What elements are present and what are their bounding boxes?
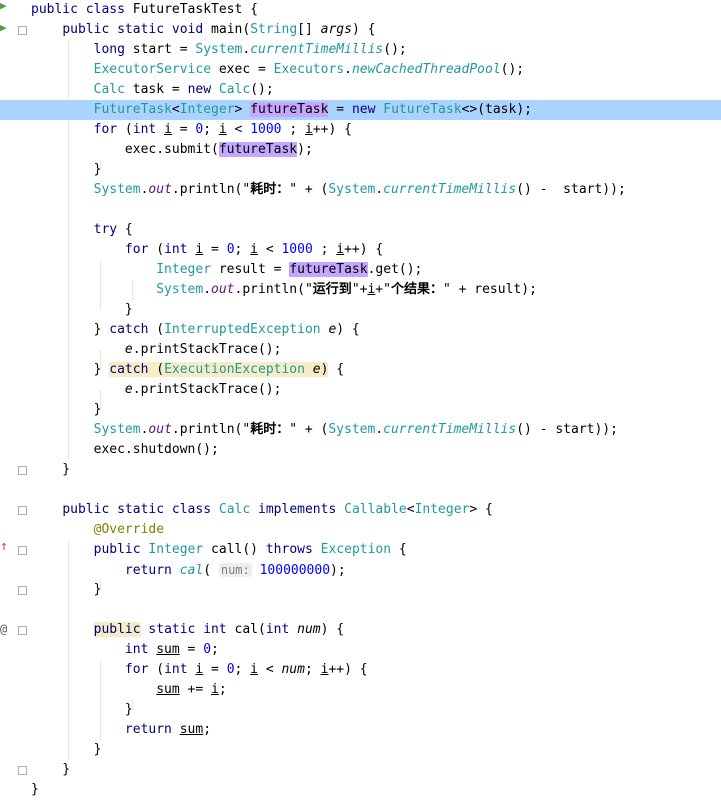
- code-text: Integer result = futureTask.get();: [156, 262, 423, 277]
- code-text: Calc task = new Calc();: [93, 82, 274, 97]
- code-text: }: [31, 162, 102, 177]
- code-text: e.printStackTrace();: [124, 342, 282, 357]
- code-text: public class FutureTaskTest {: [31, 2, 258, 17]
- code-line[interactable]: try {: [0, 220, 721, 240]
- code-text: exec.shutdown();: [31, 442, 219, 457]
- code-line[interactable]: [0, 200, 721, 220]
- code-line[interactable]: int sum = 0;: [0, 640, 721, 660]
- code-text: return cal( num: 100000000);: [124, 563, 346, 578]
- code-text: System.out.println("耗时：" + (System.curre…: [93, 182, 626, 197]
- code-text: }: [31, 402, 102, 417]
- code-text: public Integer call() throws Exception {: [93, 542, 407, 557]
- code-text: }: [31, 742, 102, 757]
- code-text: public static void main(String[] args) {: [62, 22, 376, 37]
- parameter-hint: num:: [218, 563, 252, 577]
- code-line[interactable]: ExecutorService exec = Executors.newCach…: [0, 60, 721, 80]
- code-line[interactable]: e.printStackTrace();: [0, 380, 721, 400]
- code-line[interactable]: exec.shutdown();: [0, 440, 721, 460]
- code-text: long start = System.currentTimeMillis();: [93, 42, 407, 57]
- code-line[interactable]: return cal( num: 100000000);: [0, 560, 721, 580]
- code-line[interactable]: Calc task = new Calc();: [0, 80, 721, 100]
- code-line[interactable]: }: [0, 700, 721, 720]
- code-text: } catch (InterruptedException e) {: [31, 322, 360, 337]
- code-line[interactable]: }: [0, 760, 721, 780]
- code-text: }: [31, 762, 71, 777]
- code-line[interactable]: }: [0, 460, 721, 480]
- code-line[interactable]: }: [0, 740, 721, 760]
- code-line[interactable]: System.out.println("耗时：" + (System.curre…: [0, 180, 721, 200]
- code-line[interactable]: for (int i = 0; i < num; i++) {: [0, 660, 721, 680]
- code-text: sum += i;: [156, 682, 227, 697]
- code-text: ExecutorService exec = Executors.newCach…: [93, 62, 525, 77]
- code-line[interactable]: sum += i;: [0, 680, 721, 700]
- code-text: @Override: [93, 522, 165, 537]
- code-text: for (int i = 0; i < 1000 ; i++) {: [93, 122, 352, 137]
- code-text: } catch (ExecutionException e) {: [31, 362, 345, 377]
- code-text: FutureTask<Integer> futureTask = new Fut…: [93, 102, 532, 117]
- code-text: exec.submit(futureTask);: [31, 142, 313, 157]
- code-text: return sum;: [124, 722, 212, 737]
- code-line[interactable]: long start = System.currentTimeMillis();: [0, 40, 721, 60]
- code-text: System.out.println("运行到"+i+"个结果：" + resu…: [156, 282, 537, 297]
- code-text: }: [31, 782, 39, 797]
- code-line[interactable]: System.out.println("耗时：" + (System.curre…: [0, 420, 721, 440]
- code-line[interactable]: [0, 600, 721, 620]
- code-line[interactable]: FutureTask<Integer> futureTask = new Fut…: [0, 100, 721, 120]
- code-line[interactable]: public Integer call() throws Exception {: [0, 540, 721, 560]
- code-line[interactable]: exec.submit(futureTask);: [0, 140, 721, 160]
- code-text: for (int i = 0; i < num; i++) {: [124, 662, 368, 677]
- code-line[interactable]: public static void main(String[] args) {: [0, 20, 721, 40]
- code-line[interactable]: for (int i = 0; i < 1000 ; i++) {: [0, 240, 721, 260]
- code-text: public static class Calc implements Call…: [62, 502, 493, 517]
- code-text: e.printStackTrace();: [124, 382, 282, 397]
- code-editor[interactable]: ▶ ▶ ↑ @ public class FutureTaskTest { pu…: [0, 0, 721, 805]
- code-line[interactable]: }: [0, 160, 721, 180]
- code-line[interactable]: public static int cal(int num) {: [0, 620, 721, 640]
- code-line[interactable]: public class FutureTaskTest {: [0, 0, 721, 20]
- code-text: }: [31, 702, 133, 717]
- code-line[interactable]: } catch (InterruptedException e) {: [0, 320, 721, 340]
- code-line[interactable]: @Override: [0, 520, 721, 540]
- code-line[interactable]: System.out.println("运行到"+i+"个结果：" + resu…: [0, 280, 721, 300]
- code-text: }: [31, 302, 133, 317]
- code-line[interactable]: for (int i = 0; i < 1000 ; i++) {: [0, 120, 721, 140]
- code-line[interactable]: e.printStackTrace();: [0, 340, 721, 360]
- code-line[interactable]: }: [0, 580, 721, 600]
- code-text: int sum = 0;: [124, 642, 219, 657]
- code-text: }: [31, 462, 71, 477]
- code-line[interactable]: } catch (ExecutionException e) {: [0, 360, 721, 380]
- code-text: for (int i = 0; i < 1000 ; i++) {: [124, 242, 384, 257]
- code-line[interactable]: return sum;: [0, 720, 721, 740]
- code-line[interactable]: [0, 480, 721, 500]
- code-text: }: [31, 582, 102, 597]
- code-text: try {: [93, 222, 133, 237]
- code-line[interactable]: public static class Calc implements Call…: [0, 500, 721, 520]
- code-line[interactable]: Integer result = futureTask.get();: [0, 260, 721, 280]
- code-line[interactable]: }: [0, 400, 721, 420]
- code-line[interactable]: }: [0, 300, 721, 320]
- code-line[interactable]: }: [0, 780, 721, 800]
- code-text: System.out.println("耗时：" + (System.curre…: [93, 422, 618, 437]
- code-text: public static int cal(int num) {: [93, 622, 345, 637]
